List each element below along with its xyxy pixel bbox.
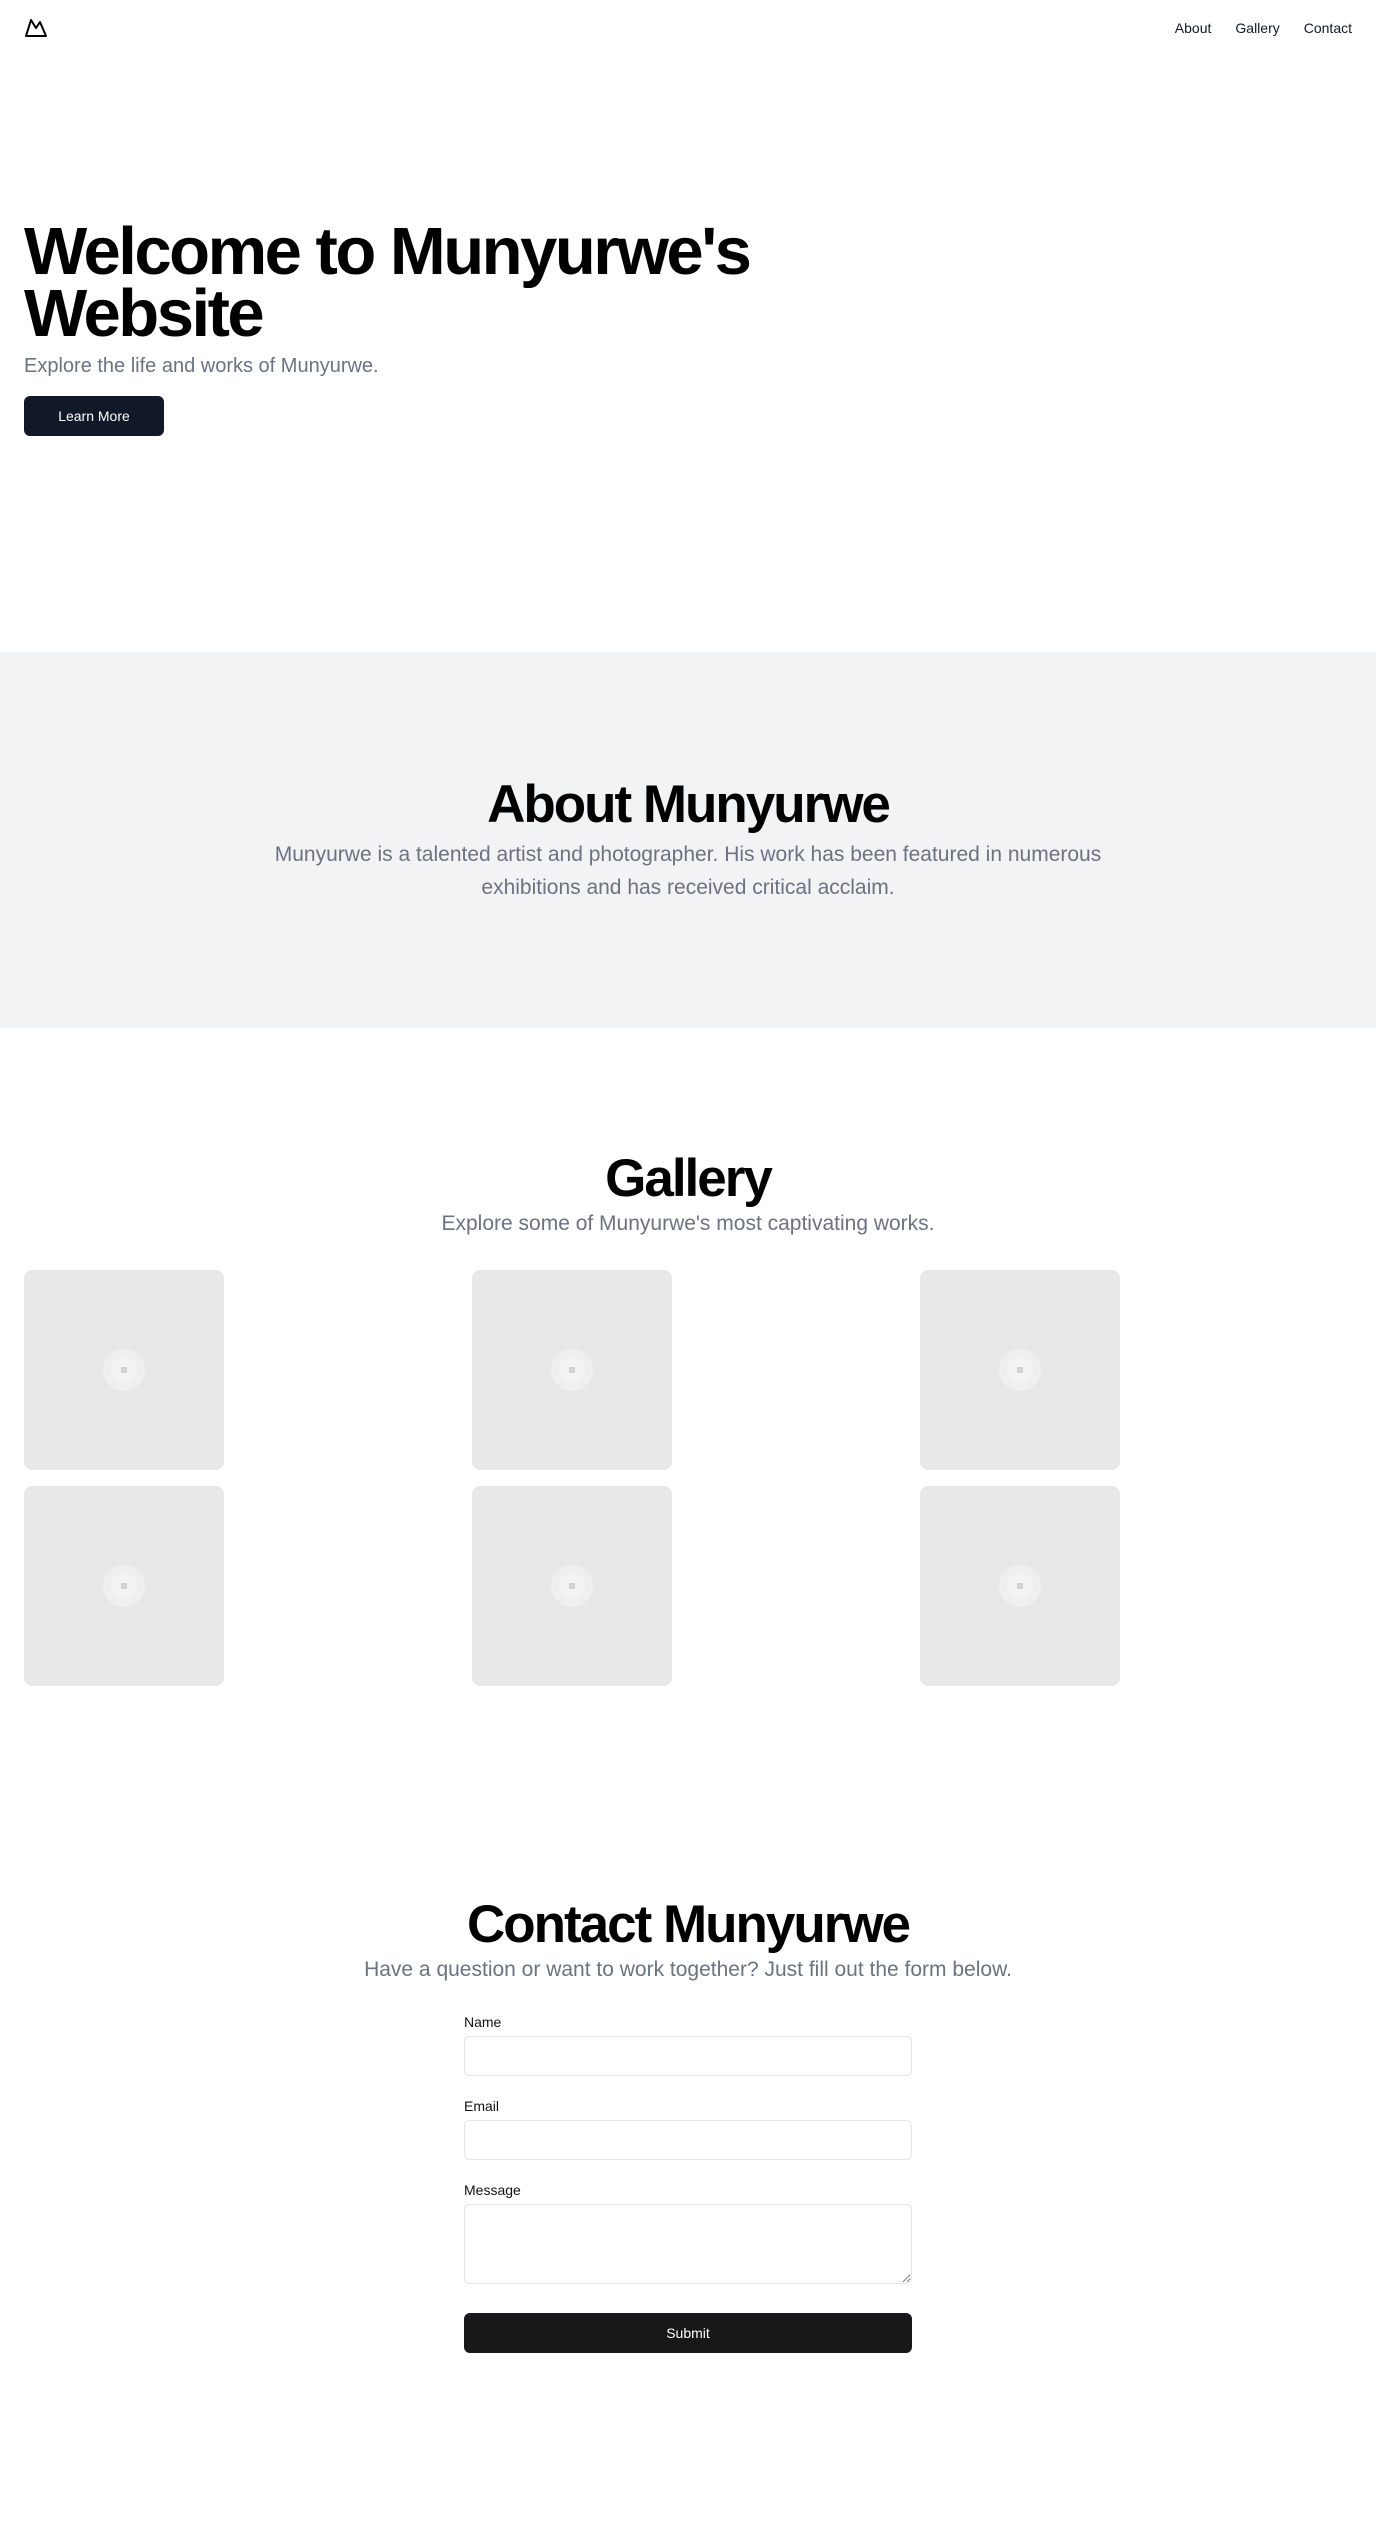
contact-subtitle: Have a question or want to work together…	[364, 1958, 1012, 1981]
gallery-image[interactable]	[920, 1270, 1120, 1470]
gallery-grid	[0, 1270, 1376, 1686]
site-header: About Gallery Contact	[0, 0, 1376, 56]
name-label: Name	[464, 2014, 502, 2030]
hero-subtitle: Explore the life and works of Munyurwe.	[24, 354, 379, 377]
placeholder-image-icon	[551, 1565, 593, 1607]
name-field[interactable]	[464, 2036, 912, 2076]
placeholder-image-icon	[999, 1565, 1041, 1607]
placeholder-image-icon	[103, 1565, 145, 1607]
placeholder-image-icon	[551, 1349, 593, 1391]
contact-title: Contact Munyurwe	[466, 1895, 911, 1954]
gallery-image[interactable]	[920, 1486, 1120, 1686]
nav-link-contact[interactable]: Contact	[1304, 20, 1352, 36]
gallery-title: Gallery	[605, 1149, 773, 1208]
gallery-image[interactable]	[24, 1486, 224, 1686]
contact-form: Name Email Message Submit	[464, 2014, 912, 2353]
gallery-section: Gallery Explore some of Munyurwe's most …	[0, 1028, 1376, 1896]
hero-title: Welcome to Munyurwe's Website	[24, 213, 752, 351]
submit-button[interactable]: Submit	[464, 2313, 912, 2353]
hero-section: Welcome to Munyurwe's Website Explore th…	[0, 56, 1376, 652]
message-field[interactable]	[464, 2204, 912, 2284]
contact-section: Contact Munyurwe Have a question or want…	[0, 1896, 1376, 2530]
about-text: Munyurwe is a talented artist and photog…	[274, 843, 1102, 899]
email-field[interactable]	[464, 2120, 912, 2160]
gallery-image[interactable]	[472, 1486, 672, 1686]
mountain-logo-icon[interactable]	[24, 16, 48, 40]
learn-more-button[interactable]: Learn More	[24, 395, 164, 436]
main-nav: About Gallery Contact	[1175, 20, 1352, 36]
gallery-image[interactable]	[24, 1270, 224, 1470]
gallery-subtitle: Explore some of Munyurwe's most captivat…	[441, 1212, 935, 1235]
nav-link-gallery[interactable]: Gallery	[1235, 20, 1279, 36]
placeholder-image-icon	[103, 1349, 145, 1391]
nav-link-about[interactable]: About	[1175, 20, 1212, 36]
placeholder-image-icon	[999, 1349, 1041, 1391]
email-label: Email	[464, 2098, 500, 2114]
about-title: About Munyurwe	[487, 775, 891, 834]
message-label: Message	[464, 2182, 521, 2198]
gallery-image[interactable]	[472, 1270, 672, 1470]
about-section: About Munyurwe Munyurwe is a talented ar…	[0, 652, 1376, 1028]
